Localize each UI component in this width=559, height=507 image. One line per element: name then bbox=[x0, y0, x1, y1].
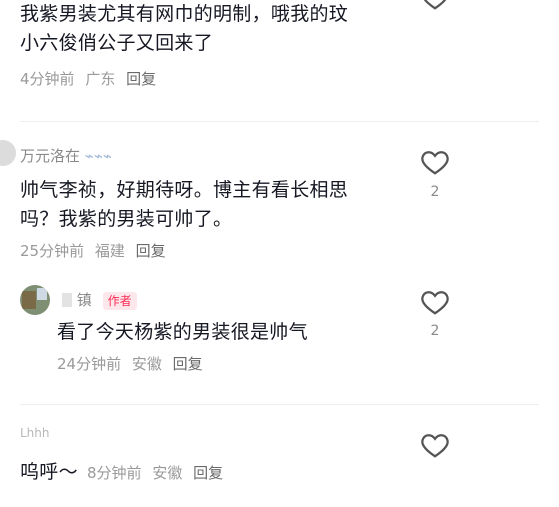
comment-row: 呜呼～ 8分钟前 安徽 回复 bbox=[20, 458, 229, 487]
divider bbox=[20, 121, 539, 122]
comment-username[interactable]: 万元洛在 ⌁⌁⌁ bbox=[20, 145, 112, 166]
comment-meta: 24分钟前 安徽 回复 bbox=[57, 353, 209, 374]
reply-button[interactable]: 回复 bbox=[136, 242, 166, 260]
heart-outline-icon[interactable] bbox=[420, 147, 450, 177]
avatar-image bbox=[22, 291, 36, 309]
comment-text-line: 小六俊俏公子又回来了 bbox=[20, 32, 214, 54]
comment-meta: 25分钟前 福建 回复 bbox=[20, 240, 172, 261]
comment-location: 安徽 bbox=[152, 464, 183, 482]
comment-text: 帅气李祯，好期待呀。博主有看长相思 吗？我紫的男装可帅了。 bbox=[20, 176, 348, 234]
reply-button[interactable]: 回复 bbox=[126, 70, 156, 88]
avatar[interactable] bbox=[20, 285, 50, 315]
username-text[interactable]: 万元洛在 bbox=[20, 147, 80, 165]
author-badge: 作者 bbox=[102, 292, 137, 310]
heart-outline-icon[interactable] bbox=[420, 287, 450, 317]
comment-meta: 8分钟前 安徽 回复 bbox=[87, 464, 229, 482]
comment-location: 福建 bbox=[94, 242, 125, 260]
avatar[interactable] bbox=[0, 140, 16, 166]
comment-time: 25分钟前 bbox=[20, 242, 85, 260]
username-blur bbox=[62, 293, 72, 307]
comment-username[interactable]: 镇 作者 bbox=[62, 289, 137, 310]
heart-outline-icon[interactable] bbox=[420, 0, 450, 12]
comment-username[interactable]: Lhhh bbox=[20, 426, 50, 440]
comment-text-line: 吗？我紫的男装可帅了。 bbox=[20, 208, 233, 230]
comment-time: 4分钟前 bbox=[20, 70, 75, 88]
comment-time: 8分钟前 bbox=[87, 464, 142, 482]
heart-outline-icon[interactable] bbox=[420, 430, 450, 460]
like-count: 2 bbox=[430, 184, 440, 200]
comment-text-line: 帅气李祯，好期待呀。博主有看长相思 bbox=[20, 179, 349, 201]
comment-location: 广东 bbox=[85, 70, 116, 88]
comment-text-line: 我紫男装尤其有网巾的明制，哦我的玟 bbox=[20, 3, 349, 25]
reply-button[interactable]: 回复 bbox=[193, 464, 223, 482]
divider bbox=[20, 404, 539, 405]
reply-button[interactable]: 回复 bbox=[173, 355, 203, 373]
username-text[interactable]: 镇 bbox=[77, 291, 92, 309]
avatar-image bbox=[37, 288, 47, 300]
like-count: 2 bbox=[430, 323, 440, 339]
comment-location: 安徽 bbox=[131, 355, 162, 373]
comment-meta: 4分钟前 广东 回复 bbox=[20, 68, 162, 89]
comment-text: 呜呼～ bbox=[20, 461, 78, 483]
comment-text: 我紫男装尤其有网巾的明制，哦我的玟 小六俊俏公子又回来了 bbox=[20, 0, 348, 58]
comment-time: 24分钟前 bbox=[57, 355, 122, 373]
comment-text: 看了今天杨紫的男装很是帅气 bbox=[57, 321, 308, 343]
username-emoji: ⌁⌁⌁ bbox=[84, 147, 112, 165]
